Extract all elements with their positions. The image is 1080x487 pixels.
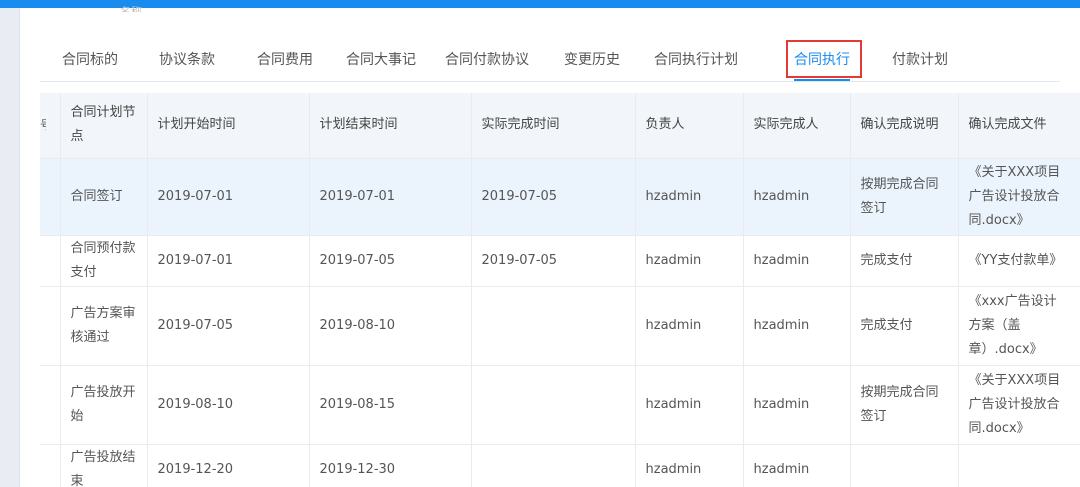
left-gutter <box>0 8 20 487</box>
row-index-cell <box>40 286 61 366</box>
cell-actual-completion <box>471 444 636 487</box>
tab-payment-agreement[interactable]: 合同付款协议 <box>445 40 529 81</box>
cell-completed-by: hzadmin <box>743 444 851 487</box>
cell-confirm-note: 完成支付 <box>850 235 959 287</box>
cell-owner: hzadmin <box>635 444 744 487</box>
cell-confirm-note <box>850 444 959 487</box>
cell-owner: hzadmin <box>635 365 744 445</box>
cell-actual-completion: 2019-07-05 <box>471 235 636 287</box>
cell-confirm-file[interactable]: 《关于XXX项目广告设计投放合同.docx》 <box>958 365 1080 445</box>
column-header-actual-completion[interactable]: 实际完成时间 <box>471 93 636 159</box>
cell-node: 广告投放结束 <box>60 444 148 487</box>
cell-planned-start: 2019-07-01 <box>147 235 310 287</box>
row-index-cell <box>40 444 61 487</box>
cell-confirm-file[interactable]: 《xxx广告设计方案（盖章）.docx》 <box>958 286 1080 366</box>
execution-table: 号 合同计划节点 计划开始时间 计划结束时间 实际完成时间 负责人 实际完成人 … <box>40 93 1080 487</box>
cell-confirm-note: 按期完成合同签订 <box>850 365 959 445</box>
cell-confirm-file[interactable]: 《关于XXX项目广告设计投放合同.docx》 <box>958 158 1080 236</box>
cell-confirm-note: 按期完成合同签订 <box>850 158 959 236</box>
tab-change-history[interactable]: 变更历史 <box>564 40 620 81</box>
cell-owner: hzadmin <box>635 286 744 366</box>
table-row[interactable]: 合同签订 2019-07-01 2019-07-01 2019-07-05 hz… <box>40 158 1080 236</box>
cell-planned-start: 2019-07-01 <box>147 158 310 236</box>
cell-actual-completion: 2019-07-05 <box>471 158 636 236</box>
tab-contract-subject[interactable]: 合同标的 <box>62 40 118 81</box>
table-row[interactable]: 广告投放结束 2019-12-20 2019-12-30 hzadmin hza… <box>40 444 1080 487</box>
cell-completed-by: hzadmin <box>743 158 851 236</box>
column-header-planned-start[interactable]: 计划开始时间 <box>147 93 310 159</box>
table-row[interactable]: 广告投放开始 2019-08-10 2019-08-15 hzadmin hza… <box>40 365 1080 445</box>
cell-node: 广告方案审核通过 <box>60 286 148 366</box>
cell-completed-by: hzadmin <box>743 235 851 287</box>
cell-actual-completion <box>471 286 636 366</box>
column-header-planned-end[interactable]: 计划结束时间 <box>309 93 472 159</box>
tab-contract-fees[interactable]: 合同费用 <box>257 40 313 81</box>
cell-node: 合同签订 <box>60 158 148 236</box>
tab-bar: 合同标的 协议条款 合同费用 合同大事记 合同付款协议 变更历史 合同执行计划 … <box>40 40 1060 82</box>
cell-owner: hzadmin <box>635 235 744 287</box>
top-accent-bar <box>0 0 1080 8</box>
column-header-index: 号 <box>40 93 61 159</box>
tab-execution-plan[interactable]: 合同执行计划 <box>654 40 738 81</box>
cell-confirm-file[interactable] <box>958 444 1080 487</box>
cell-planned-end: 2019-12-30 <box>309 444 472 487</box>
column-header-node[interactable]: 合同计划节点 <box>60 93 148 159</box>
cell-planned-end: 2019-08-10 <box>309 286 472 366</box>
cell-confirm-note: 完成支付 <box>850 286 959 366</box>
cell-planned-start: 2019-07-05 <box>147 286 310 366</box>
cell-node: 广告投放开始 <box>60 365 148 445</box>
contract-detail-panel: 名称 合同标的 协议条款 合同费用 合同大事记 合同付款协议 变更历史 合同执行… <box>20 6 1080 487</box>
cell-planned-end: 2019-08-15 <box>309 365 472 445</box>
column-header-confirm-note[interactable]: 确认完成说明 <box>850 93 959 159</box>
tab-contract-events[interactable]: 合同大事记 <box>346 40 416 81</box>
table-header-row: 号 合同计划节点 计划开始时间 计划结束时间 实际完成时间 负责人 实际完成人 … <box>40 93 1080 159</box>
section-heading-fragment: 名称 <box>120 6 142 12</box>
column-header-completed-by[interactable]: 实际完成人 <box>743 93 851 159</box>
cell-planned-end: 2019-07-05 <box>309 235 472 287</box>
table-row[interactable]: 广告方案审核通过 2019-07-05 2019-08-10 hzadmin h… <box>40 286 1080 366</box>
cell-planned-start: 2019-08-10 <box>147 365 310 445</box>
column-header-confirm-file[interactable]: 确认完成文件 <box>958 93 1080 159</box>
tab-payment-plan[interactable]: 付款计划 <box>892 40 948 81</box>
row-index-cell <box>40 158 61 236</box>
cell-completed-by: hzadmin <box>743 286 851 366</box>
row-index-cell <box>40 365 61 445</box>
cell-planned-end: 2019-07-01 <box>309 158 472 236</box>
cell-actual-completion <box>471 365 636 445</box>
cell-node: 合同预付款支付 <box>60 235 148 287</box>
cell-confirm-file[interactable]: 《YY支付款单》 <box>958 235 1080 287</box>
cell-planned-start: 2019-12-20 <box>147 444 310 487</box>
cell-owner: hzadmin <box>635 158 744 236</box>
tab-agreement-terms[interactable]: 协议条款 <box>159 40 215 81</box>
column-header-owner[interactable]: 负责人 <box>635 93 744 159</box>
active-tab-highlight-box <box>786 40 862 78</box>
row-index-cell <box>40 235 61 287</box>
table-row[interactable]: 合同预付款支付 2019-07-01 2019-07-05 2019-07-05… <box>40 235 1080 287</box>
cell-completed-by: hzadmin <box>743 365 851 445</box>
